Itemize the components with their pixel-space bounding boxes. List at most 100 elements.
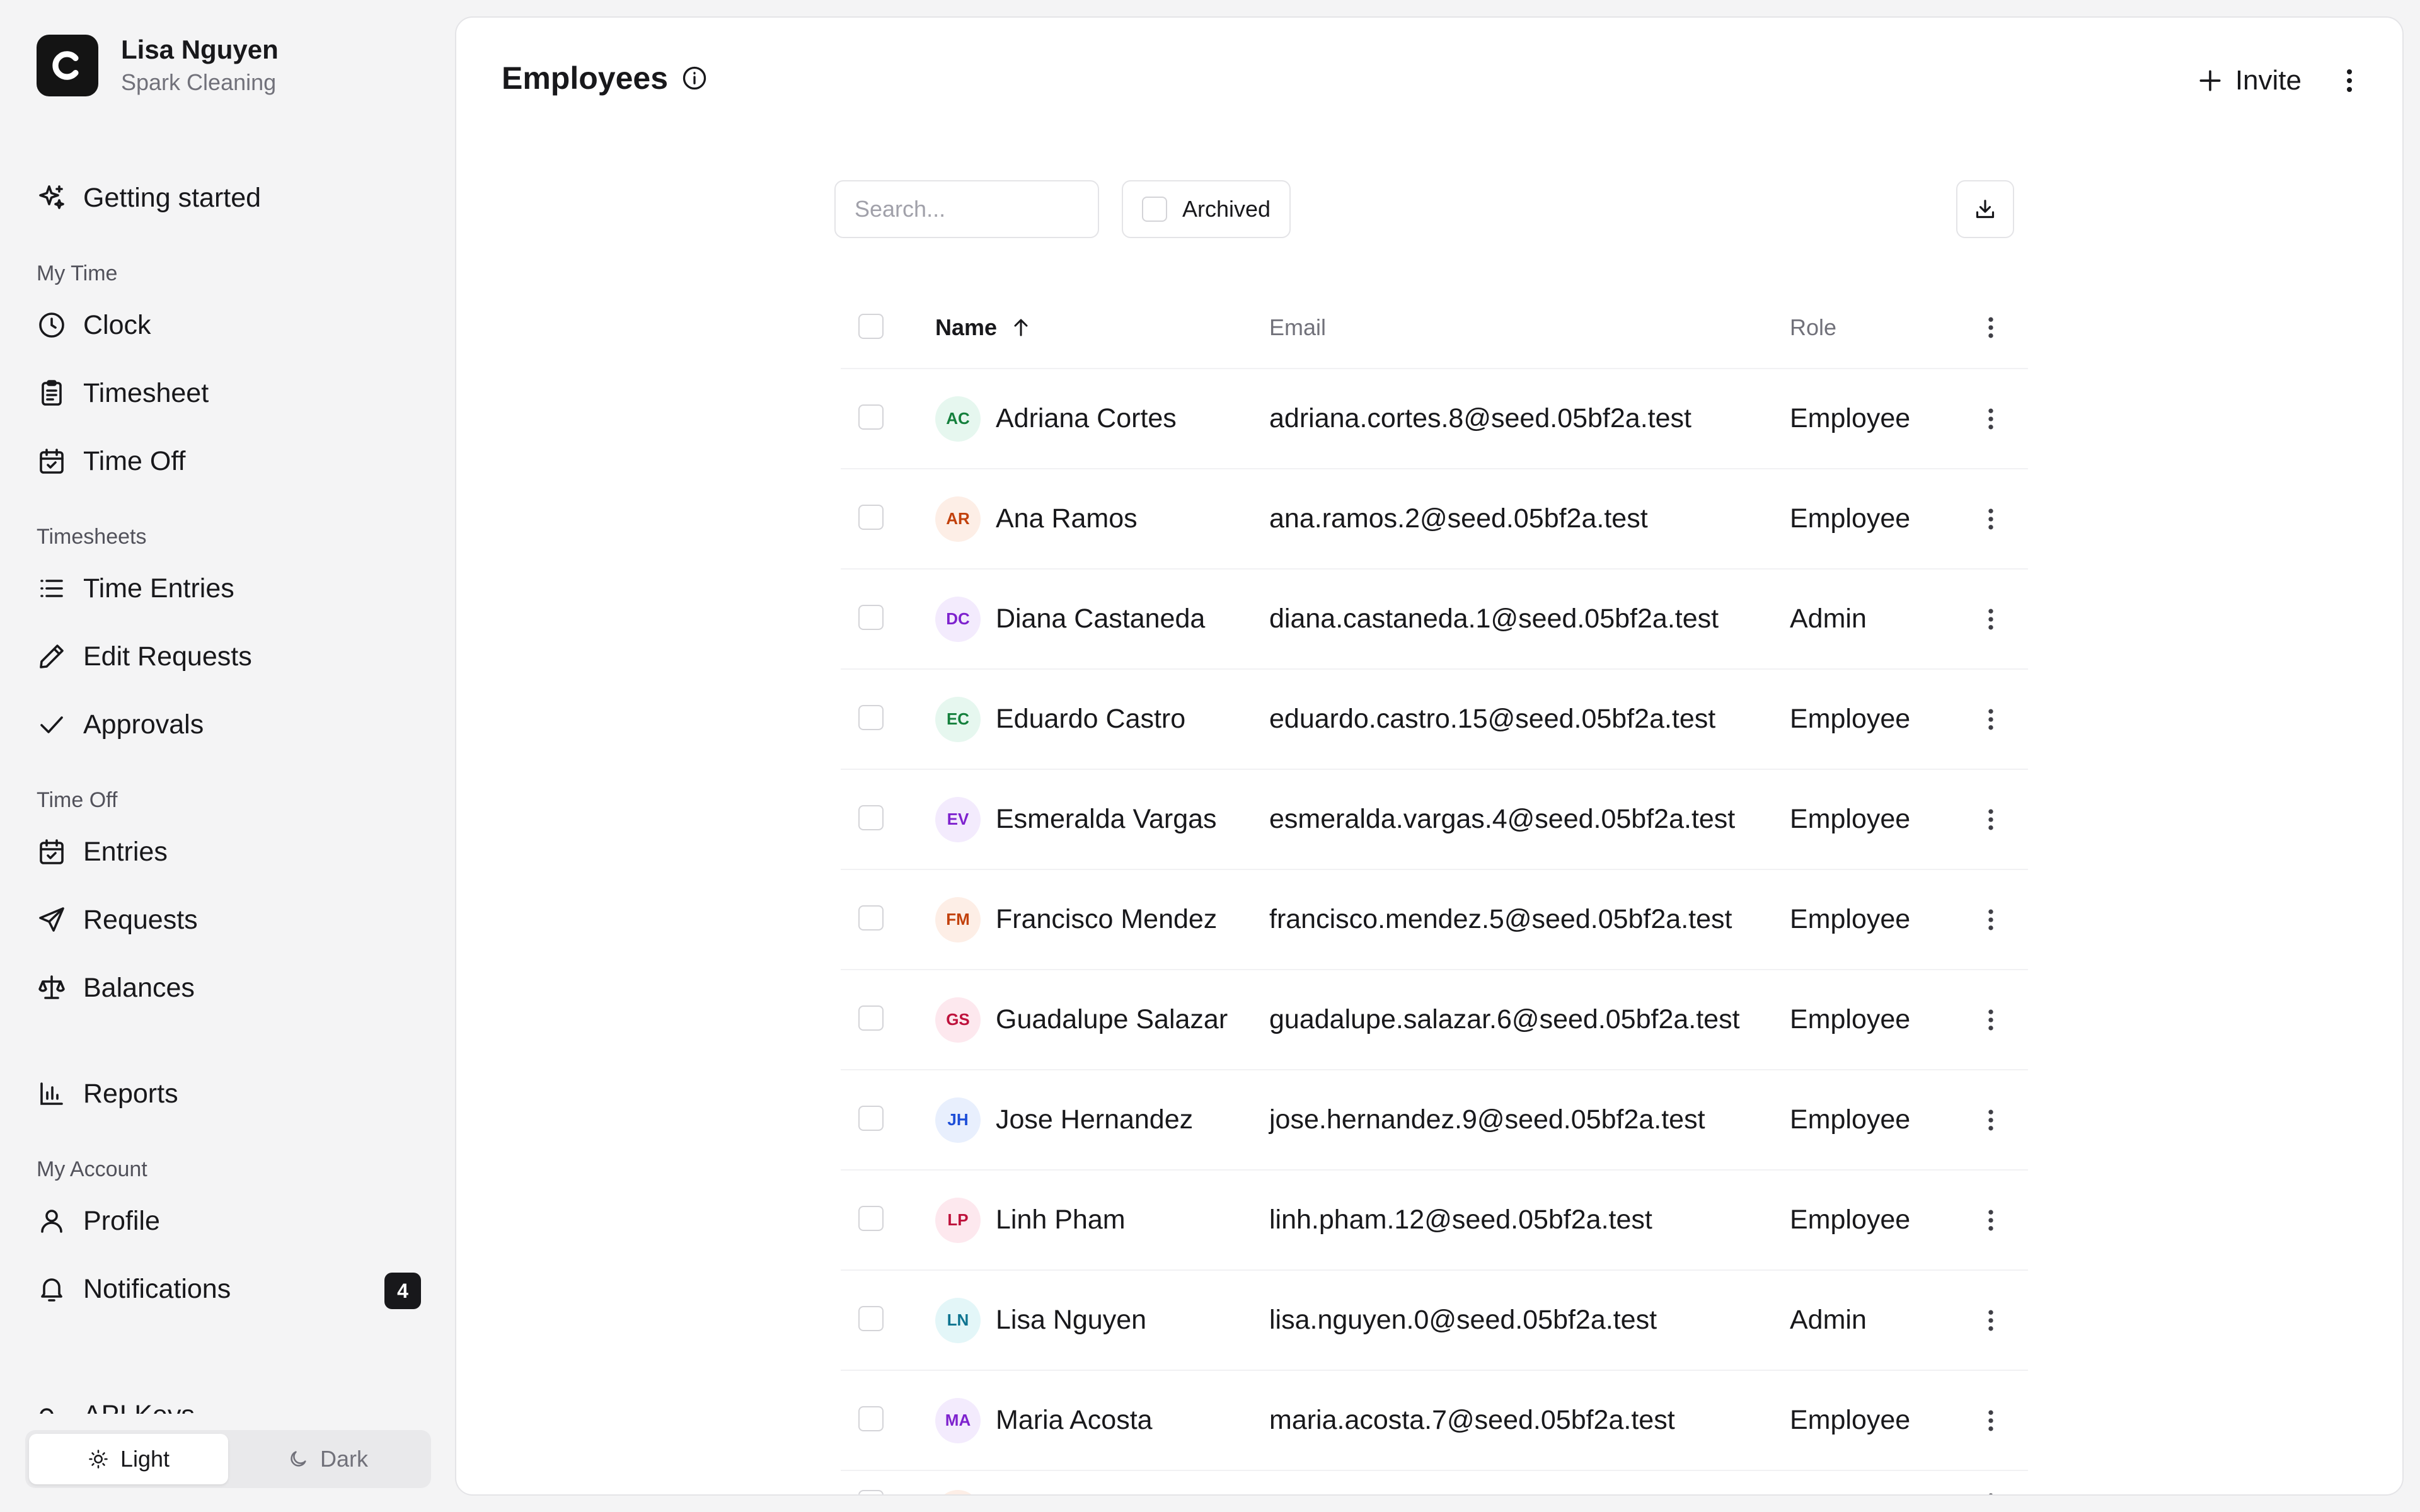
table-row[interactable]: FM Francisco Mendez francisco.mendez.5@s…: [841, 870, 2028, 970]
sidebar-item-balances[interactable]: Balances: [37, 954, 427, 1022]
employee-role: Employee: [1790, 1004, 1911, 1034]
sidebar-item-approvals[interactable]: Approvals: [37, 690, 427, 759]
table-row[interactable]: MA Maria Acosta maria.acosta.7@seed.05bf…: [841, 1371, 2028, 1471]
avatar: MS: [935, 1490, 981, 1494]
search-input[interactable]: [834, 180, 1099, 238]
employee-name: Francisco Mendez: [996, 904, 1218, 934]
bell-icon: [37, 1274, 67, 1304]
more-vertical-icon[interactable]: [1977, 806, 2005, 833]
section-label-my-account: My Account: [37, 1157, 147, 1181]
row-checkbox[interactable]: [858, 505, 884, 530]
table-toolbar: Archived: [834, 179, 2014, 239]
row-checkbox[interactable]: [858, 1206, 884, 1231]
page-title: Employees: [502, 60, 669, 96]
sidebar-item-label: Entries: [83, 836, 168, 867]
table-row[interactable]: EV Esmeralda Vargas esmeralda.vargas.4@s…: [841, 770, 2028, 870]
table-row[interactable]: AC Adriana Cortes adriana.cortes.8@seed.…: [841, 369, 2028, 469]
user-icon: [37, 1206, 67, 1236]
theme-dark-button[interactable]: Dark: [228, 1434, 427, 1484]
more-vertical-icon[interactable]: [1977, 1106, 2005, 1134]
sidebar-item-reports[interactable]: Reports: [37, 1060, 427, 1128]
row-checkbox[interactable]: [858, 905, 884, 931]
avatar: JH: [935, 1097, 981, 1143]
sidebar-item-label: Getting started: [83, 182, 262, 213]
table-row[interactable]: DC Diana Castaneda diana.castaneda.1@see…: [841, 570, 2028, 670]
employee-role: Employee: [1790, 403, 1911, 433]
column-header-email[interactable]: Email: [1269, 314, 1790, 341]
more-vertical-icon[interactable]: [1977, 505, 2005, 533]
sidebar-item-entries[interactable]: Entries: [37, 818, 427, 886]
row-checkbox[interactable]: [858, 1106, 884, 1131]
sidebar-item-profile[interactable]: Profile: [37, 1187, 427, 1255]
invite-button[interactable]: Invite: [2196, 57, 2302, 105]
table-row[interactable]: LP Linh Pham linh.pham.12@seed.05bf2a.te…: [841, 1171, 2028, 1271]
section-label-my-time: My Time: [37, 261, 118, 285]
sparkles-icon: [37, 183, 67, 213]
download-button[interactable]: [1956, 180, 2014, 238]
table-row[interactable]: LN Lisa Nguyen lisa.nguyen.0@seed.05bf2a…: [841, 1271, 2028, 1371]
sidebar-item-clock[interactable]: Clock: [37, 291, 427, 359]
sidebar-item-label: Clock: [83, 309, 151, 340]
table-row[interactable]: GS Guadalupe Salazar guadalupe.salazar.6…: [841, 970, 2028, 1070]
more-vertical-icon[interactable]: [1977, 1307, 2005, 1334]
row-checkbox[interactable]: [858, 1306, 884, 1331]
table-header: Name Email Role: [841, 287, 2028, 369]
employee-name: Guadalupe Salazar: [996, 1004, 1228, 1034]
more-vertical-icon[interactable]: [1977, 906, 2005, 934]
more-vertical-icon[interactable]: [1977, 1206, 2005, 1234]
row-checkbox[interactable]: [858, 404, 884, 430]
notifications-badge: 4: [384, 1273, 421, 1309]
table-row[interactable]: MS Miguel Sandoval miguel.sandoval.10@se…: [841, 1471, 2028, 1496]
sidebar-item-time-off[interactable]: Time Off: [37, 427, 427, 495]
more-vertical-icon[interactable]: [1977, 706, 2005, 733]
row-checkbox[interactable]: [858, 1490, 884, 1494]
employee-role: Employee: [1790, 1405, 1911, 1435]
avatar: LP: [935, 1197, 981, 1243]
table-row[interactable]: EC Eduardo Castro eduardo.castro.15@seed…: [841, 670, 2028, 770]
employee-email: guadalupe.salazar.6@seed.05bf2a.test: [1269, 1004, 1740, 1034]
theme-light-button[interactable]: Light: [29, 1434, 228, 1484]
row-checkbox[interactable]: [858, 705, 884, 730]
sidebar-item-getting-started[interactable]: Getting started: [37, 164, 427, 232]
column-header-name[interactable]: Name: [935, 314, 1032, 341]
key-icon: [37, 1400, 67, 1414]
download-icon: [1976, 200, 1995, 219]
select-all-checkbox[interactable]: [858, 313, 884, 339]
sidebar-item-timesheet[interactable]: Timesheet: [37, 359, 427, 427]
employee-email: francisco.mendez.5@seed.05bf2a.test: [1269, 904, 1732, 934]
sidebar-item-partial[interactable]: API Keys: [37, 1400, 427, 1414]
more-vertical-icon[interactable]: [1977, 1407, 2005, 1435]
archived-checkbox[interactable]: [1142, 197, 1167, 222]
table-row[interactable]: AR Ana Ramos ana.ramos.2@seed.05bf2a.tes…: [841, 469, 2028, 570]
employee-name: Maria Acosta: [996, 1405, 1153, 1435]
table-body: AC Adriana Cortes adriana.cortes.8@seed.…: [841, 369, 2028, 1496]
sidebar-item-notifications[interactable]: Notifications 4: [37, 1255, 427, 1323]
user-switcher[interactable]: Lisa Nguyen Spark Cleaning: [37, 34, 279, 97]
more-vertical-icon[interactable]: [1977, 405, 2005, 433]
app-window: Lisa Nguyen Spark Cleaning Getting start…: [0, 0, 2420, 1512]
row-checkbox[interactable]: [858, 805, 884, 830]
send-icon: [37, 905, 67, 935]
employee-name: Jose Hernandez: [996, 1104, 1194, 1135]
archived-filter[interactable]: Archived: [1122, 180, 1291, 238]
main-panel: Employees Invite Archived Name: [455, 16, 2404, 1496]
column-header-role[interactable]: Role: [1790, 314, 1954, 341]
row-checkbox[interactable]: [858, 1406, 884, 1431]
table-row[interactable]: JH Jose Hernandez jose.hernandez.9@seed.…: [841, 1070, 2028, 1171]
sidebar-item-edit-requests[interactable]: Edit Requests: [37, 622, 427, 690]
sidebar-item-requests[interactable]: Requests: [37, 886, 427, 954]
more-vertical-icon[interactable]: [1977, 1006, 2005, 1034]
more-vertical-icon[interactable]: [1977, 314, 2005, 341]
employee-role: Employee: [1790, 904, 1911, 934]
sidebar-item-label: Edit Requests: [83, 641, 252, 672]
row-checkbox[interactable]: [858, 1005, 884, 1031]
sidebar-item-time-entries[interactable]: Time Entries: [37, 554, 427, 622]
info-icon[interactable]: [681, 64, 708, 92]
more-vertical-icon[interactable]: [1977, 605, 2005, 633]
section-label-timesheets: Timesheets: [37, 525, 147, 549]
more-vertical-icon[interactable]: [1977, 1490, 2005, 1496]
employee-email: adriana.cortes.8@seed.05bf2a.test: [1269, 403, 1691, 433]
more-vertical-icon[interactable]: [2334, 66, 2365, 96]
row-checkbox[interactable]: [858, 605, 884, 630]
employee-name: Linh Pham: [996, 1205, 1126, 1235]
